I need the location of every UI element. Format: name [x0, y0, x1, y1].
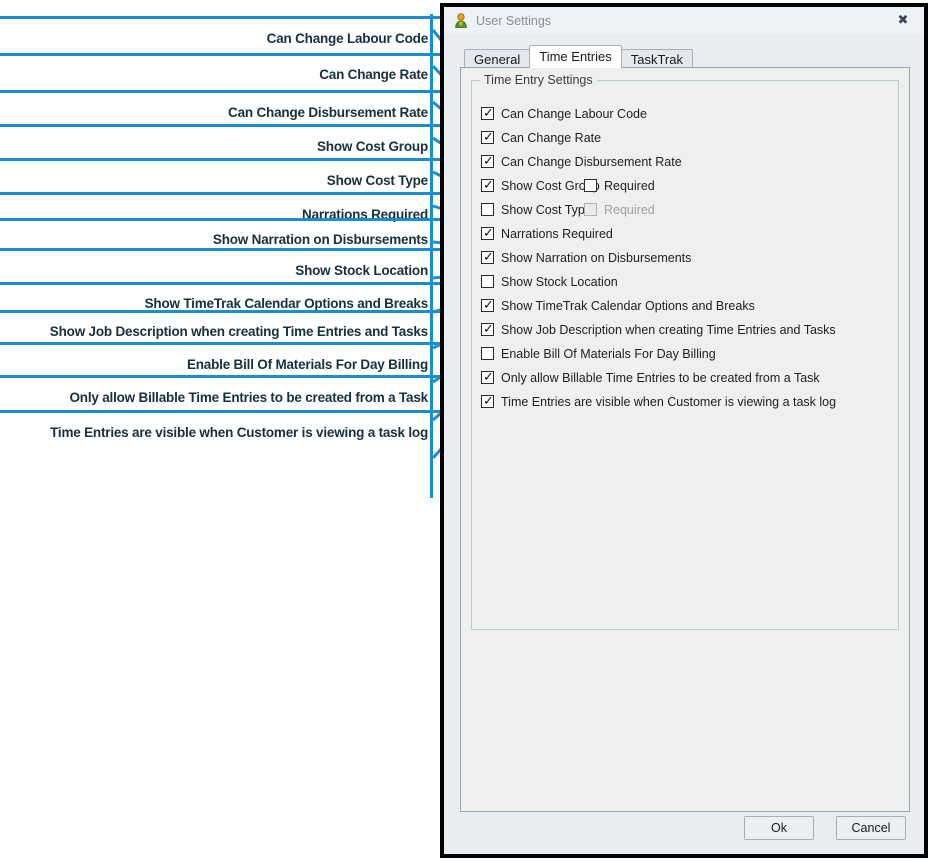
annotation-panel: Can Change Labour Code Can Change Rate Can… [0, 0, 440, 861]
check-icon: ✓ [483, 298, 494, 313]
annotation-rule [0, 90, 440, 93]
tab-strip: General Time Entries TaskTrak [464, 45, 693, 68]
check-icon: ✓ [483, 250, 494, 265]
annotation-label: Time Entries are visible when Customer i… [50, 425, 428, 440]
checkbox-time-entries-are-visible-when-customer-is-viewing-a-task-log[interactable]: ✓ [481, 395, 494, 408]
annotation-label: Show TimeTrak Calendar Options and Break… [144, 296, 429, 311]
check-icon: ✓ [483, 154, 494, 169]
setting-row-can-change-labour-code[interactable]: ✓ Can Change Labour Code [481, 106, 647, 121]
check-icon: ✓ [483, 322, 494, 337]
annotation-rule [0, 218, 440, 221]
checkbox-can-change-labour-code[interactable]: ✓ [481, 107, 494, 120]
user-settings-dialog: User Settings ✖ General Time Entries TaskT… [440, 3, 928, 858]
check-icon: ✓ [483, 226, 494, 241]
setting-label: Enable Bill Of Materials For Day Billing [501, 346, 716, 361]
annotation-label: Only allow Billable Time Entries to be c… [69, 390, 428, 405]
annotation-label: Show Narration on Disbursements [212, 232, 428, 247]
setting-row-only-allow-billable-time-entries-to-be-created-from-a-task[interactable]: ✓ Only allow Billable Time Entries to be … [481, 370, 820, 385]
check-icon: ✓ [483, 370, 494, 385]
checkbox-show-cost-type[interactable] [481, 203, 494, 216]
setting-label: Can Change Disbursement Rate [501, 154, 682, 169]
checkbox-only-allow-billable-time-entries-to-be-created-from-a-task[interactable]: ✓ [481, 371, 494, 384]
annotation-label: Show Stock Location [295, 263, 428, 278]
check-icon: ✓ [483, 394, 494, 409]
checkbox-can-change-disbursement-rate[interactable]: ✓ [481, 155, 494, 168]
close-icon[interactable]: ✖ [895, 13, 911, 29]
setting-label: Narrations Required [501, 226, 613, 241]
annotation-rule [0, 53, 440, 56]
annotation-rule [0, 124, 440, 127]
user-icon [454, 13, 468, 28]
setting-row-show-cost-group[interactable]: ✓ Show Cost Group [481, 178, 600, 193]
setting-label: Can Change Labour Code [501, 106, 647, 121]
annotation-rule [0, 282, 440, 285]
setting-sub-required-show-cost-type: Required [584, 202, 655, 217]
annotation-label: Show Cost Type [326, 173, 428, 188]
annotation-rule [0, 192, 440, 195]
checkbox-can-change-rate[interactable]: ✓ [481, 131, 494, 144]
ok-button[interactable]: Ok [744, 816, 814, 840]
checkbox-show-narration-on-disbursements[interactable]: ✓ [481, 251, 494, 264]
checkbox-show-timetrak-calendar-options-and-breaks[interactable]: ✓ [481, 299, 494, 312]
checkbox-enable-bill-of-materials-for-day-billing[interactable] [481, 347, 494, 360]
checkbox-required-show-cost-type [584, 203, 597, 216]
setting-row-show-narration-on-disbursements[interactable]: ✓ Show Narration on Disbursements [481, 250, 691, 265]
annotation-label: Show Cost Group [317, 139, 428, 154]
setting-label: Show Stock Location [501, 274, 618, 289]
setting-sub-label: Required [604, 178, 655, 193]
checkbox-required-show-cost-group[interactable] [584, 179, 597, 192]
annotation-rule [0, 16, 440, 19]
dialog-footer: Ok Cancel [444, 816, 924, 842]
annotation-rule [0, 342, 440, 345]
setting-row-show-stock-location[interactable]: Show Stock Location [481, 274, 618, 289]
annotation-rule [0, 375, 440, 378]
setting-label: Show TimeTrak Calendar Options and Break… [501, 298, 755, 313]
check-icon: ✓ [483, 130, 494, 145]
window-title: User Settings [476, 13, 552, 28]
setting-label: Only allow Billable Time Entries to be c… [501, 370, 820, 385]
title-bar: User Settings ✖ [444, 7, 924, 34]
tab-general[interactable]: General [464, 49, 531, 68]
annotation-rule [0, 248, 440, 251]
setting-row-can-change-rate[interactable]: ✓ Can Change Rate [481, 130, 601, 145]
setting-row-show-cost-type[interactable]: Show Cost Type [481, 202, 592, 217]
cancel-button[interactable]: Cancel [836, 816, 906, 840]
annotation-label: Can Change Labour Code [266, 31, 429, 46]
setting-row-time-entries-are-visible-when-customer-is-viewing-a-task-log[interactable]: ✓ Time Entries are visible when Customer … [481, 394, 836, 409]
check-icon: ✓ [483, 106, 494, 121]
setting-sub-required-show-cost-group[interactable]: Required [584, 178, 655, 193]
setting-sub-label: Required [604, 202, 655, 217]
setting-row-show-job-description-when-creating-time-entries-and-tasks[interactable]: ✓ Show Job Description when creating Time… [481, 322, 836, 337]
check-icon: ✓ [483, 178, 494, 193]
setting-label: Show Cost Type [501, 202, 592, 217]
annotation-rule [0, 158, 440, 161]
setting-row-show-timetrak-calendar-options-and-breaks[interactable]: ✓ Show TimeTrak Calendar Options and Brea… [481, 298, 755, 313]
setting-label: Time Entries are visible when Customer i… [501, 394, 837, 409]
checkbox-show-stock-location[interactable] [481, 275, 494, 288]
annotation-label: Can Change Disbursement Rate [228, 105, 428, 120]
checkbox-show-cost-group[interactable]: ✓ [481, 179, 494, 192]
setting-label: Show Narration on Disbursements [501, 250, 692, 265]
setting-row-can-change-disbursement-rate[interactable]: ✓ Can Change Disbursement Rate [481, 154, 682, 169]
annotation-label: Enable Bill Of Materials For Day Billing [186, 357, 428, 372]
tab-time-entries[interactable]: Time Entries [529, 45, 622, 68]
checkbox-narrations-required[interactable]: ✓ [481, 227, 494, 240]
setting-row-narrations-required[interactable]: ✓ Narrations Required [481, 226, 613, 241]
group-title: Time Entry Settings [480, 73, 597, 87]
checkbox-show-job-description-when-creating-time-entries-and-tasks[interactable]: ✓ [481, 323, 494, 336]
annotation-spine [430, 14, 433, 498]
setting-label: Can Change Rate [501, 130, 602, 145]
setting-row-enable-bill-of-materials-for-day-billing[interactable]: Enable Bill Of Materials For Day Billing [481, 346, 716, 361]
tab-tasktrak[interactable]: TaskTrak [620, 49, 693, 68]
annotation-rule [0, 310, 440, 313]
tab-panel-time-entries: Time Entry Settings ✓ Can Change Labour C… [460, 67, 910, 812]
annotation-label: Can Change Rate [319, 67, 428, 82]
annotation-rule [0, 410, 440, 413]
annotation-label: Show Job Description when creating Time … [49, 324, 428, 339]
setting-label: Show Job Description when creating Time … [501, 322, 836, 337]
